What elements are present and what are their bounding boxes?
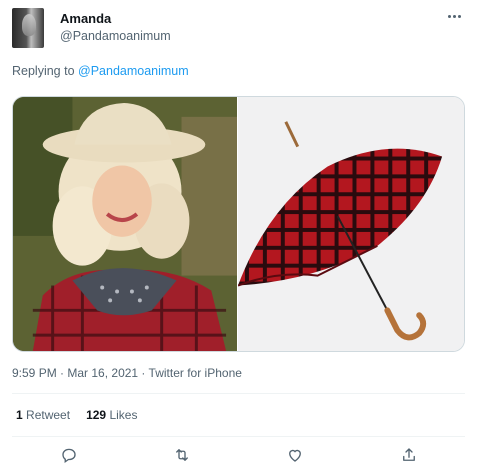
action-bar [12,444,465,466]
replying-to-link[interactable]: @Pandamoanimum [78,64,189,78]
retweets-count: 1 [16,408,23,422]
heart-icon[interactable] [284,444,306,466]
avatar[interactable] [12,8,44,48]
divider [12,393,465,394]
tweet-meta: 9:59 PM · Mar 16, 2021 · Twitter for iPh… [12,366,242,380]
likes-count: 129 [86,408,107,422]
retweet-icon[interactable] [171,444,193,466]
user-handle[interactable]: @Pandamoanimum [60,29,171,43]
tweet-time[interactable]: 9:59 PM [12,366,57,380]
photo-woman-illustration [13,97,237,351]
tweet: Amanda @Pandamoanimum Replying to @Panda… [0,0,478,474]
meta-dot: · [138,366,149,380]
share-icon[interactable] [398,444,420,466]
media-grid [12,96,465,352]
more-icon[interactable] [444,8,464,24]
photo-woman-cowboy-hat[interactable] [13,97,238,351]
likes-label: Likes [109,408,138,422]
replying-to: Replying to @Pandamoanimum [12,64,189,78]
likes-stat[interactable]: 129 Likes [86,408,137,422]
reply-icon[interactable] [58,444,80,466]
retweets-label: Retweet [26,408,71,422]
photo-umbrella-illustration [238,97,464,351]
replying-prefix: Replying to [12,64,79,78]
tweet-date[interactable]: Mar 16, 2021 [67,366,138,380]
retweets-stat[interactable]: 1 Retweet [16,408,70,422]
divider [12,436,465,437]
meta-dot: · [56,366,68,380]
tweet-source[interactable]: Twitter for iPhone [149,366,242,380]
display-name[interactable]: Amanda [60,11,111,26]
tweet-stats: 1 Retweet 129 Likes [16,408,137,422]
photo-plaid-umbrella[interactable] [238,97,464,351]
